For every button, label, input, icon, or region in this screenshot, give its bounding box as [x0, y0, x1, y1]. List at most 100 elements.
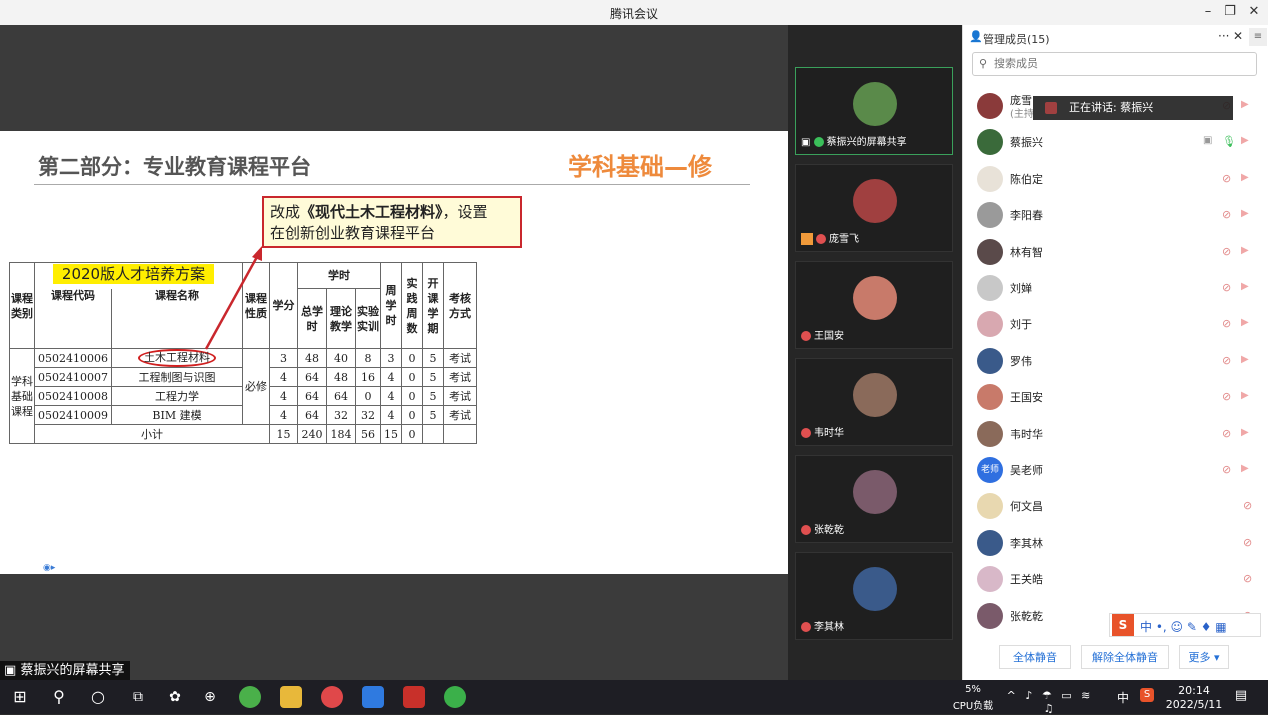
mic-off-icon[interactable]: ⊘	[1243, 536, 1252, 549]
cell-practice: 16	[355, 367, 381, 387]
video-tile[interactable]: 李其林	[795, 552, 953, 640]
camera-off-icon[interactable]: ▶	[1241, 463, 1249, 474]
clock-date: 2022/5/11	[1165, 698, 1223, 711]
minimize-button[interactable]: –	[1197, 3, 1219, 21]
ime-indicator[interactable]: 中	[1116, 689, 1130, 706]
mic-on-icon[interactable]: 🎙	[1222, 135, 1236, 148]
header-weekly: 周学时	[380, 262, 402, 349]
camera-off-icon[interactable]: ▶	[1241, 245, 1249, 256]
more-button[interactable]: 更多 ▾	[1179, 645, 1229, 669]
chrome-icon[interactable]	[321, 686, 343, 708]
wechat-icon[interactable]	[444, 686, 466, 708]
unmute-all-button[interactable]: 解除全体静音	[1081, 645, 1169, 669]
member-row[interactable]: 王关皓 ⊘	[963, 563, 1259, 593]
mic-off-icon[interactable]: ⊘	[1243, 572, 1252, 585]
avatar	[977, 165, 1003, 192]
camera-off-icon[interactable]: ▶	[1241, 354, 1249, 365]
callout-text-line2: 在创新创业教育课程平台	[270, 224, 436, 242]
camera-off-icon[interactable]: ▶	[1241, 135, 1249, 146]
search-icon[interactable]: ⚲	[48, 686, 70, 708]
cell-term: 5	[422, 386, 444, 406]
mute-all-button[interactable]: 全体静音	[999, 645, 1071, 669]
mic-off-icon[interactable]: ⊘	[1222, 354, 1231, 367]
mic-off-icon[interactable]: ⊘	[1222, 281, 1231, 294]
mic-off-icon[interactable]: ⊘	[1222, 208, 1231, 221]
camera-off-icon[interactable]: ▶	[1241, 99, 1249, 110]
subtotal-pweeks: 0	[401, 424, 423, 444]
avatar: 老师	[977, 457, 1003, 483]
tencent-meeting-icon[interactable]	[362, 686, 384, 708]
member-row[interactable]: 罗伟 ⊘ ▶	[963, 345, 1259, 375]
search-input[interactable]	[992, 56, 1246, 71]
mic-off-icon[interactable]: ⊘	[1243, 499, 1252, 512]
member-row[interactable]: 何文昌 ⊘	[963, 490, 1259, 520]
member-name: 张乾乾	[1010, 609, 1043, 623]
mic-off-icon[interactable]: ⊘	[1222, 427, 1231, 440]
close-window-button[interactable]: ✕	[1243, 3, 1265, 21]
member-row[interactable]: 刘婵 ⊘ ▶	[963, 272, 1259, 302]
circled-course-name: 土木工程材料	[138, 349, 216, 367]
close-panel-button[interactable]: ✕	[1233, 29, 1243, 43]
header-term: 开课学期	[422, 262, 444, 349]
video-tile[interactable]: 张乾乾	[795, 455, 953, 543]
windows-start-icon[interactable]: ⊞	[9, 686, 31, 708]
camera-off-icon[interactable]: ▶	[1241, 281, 1249, 292]
slide-heading: 第二部分：专业教育课程平台	[38, 155, 311, 179]
tile-name: 韦时华	[801, 427, 844, 441]
member-row[interactable]: 李阳春 ⊘ ▶	[963, 199, 1259, 229]
menu-icon[interactable]: ≡	[1249, 28, 1267, 46]
mic-off-icon[interactable]: ⊘	[1222, 172, 1231, 185]
app-icon[interactable]: ✿	[164, 686, 186, 708]
subtotal-label: 小计	[34, 424, 270, 444]
member-row[interactable]: 刘于 ⊘ ▶	[963, 308, 1259, 338]
mic-off-icon[interactable]: ⊘	[1222, 245, 1231, 258]
member-search[interactable]: ⚲	[972, 52, 1257, 76]
camera-off-icon[interactable]: ▶	[1241, 427, 1249, 438]
member-row[interactable]: 林有智 ⊘ ▶	[963, 236, 1259, 266]
avatar	[977, 129, 1003, 156]
avatar	[853, 82, 897, 126]
member-row[interactable]: 蔡振兴 ▣ 🎙 ▶	[963, 126, 1259, 156]
folder-icon[interactable]	[280, 686, 302, 708]
cortana-icon[interactable]: ○	[87, 686, 109, 708]
camera-off-icon[interactable]: ▶	[1241, 172, 1249, 183]
camera-off-icon[interactable]: ▶	[1241, 208, 1249, 219]
subtotal-practice: 56	[355, 424, 381, 444]
member-name: 吴老师	[1010, 464, 1043, 477]
ime-toolbar[interactable]: S 中 •, ☺ ✎ ♦ ▦	[1109, 613, 1261, 637]
member-row[interactable]: 老师 吴老师 ⊘ ▶	[963, 454, 1259, 484]
cell-pweeks: 0	[401, 367, 423, 387]
presentation-slide: 第二部分：专业教育课程平台 学科基础—修 改成《现代土木工程材料》，设置 在创新…	[0, 131, 788, 574]
category-cell: 学科基础课程	[9, 348, 35, 444]
cell-credit: 4	[269, 386, 298, 406]
member-row[interactable]: 陈伯定 ⊘ ▶	[963, 163, 1259, 193]
restore-button[interactable]: ❐	[1219, 3, 1241, 21]
cell-code: 0502410007	[34, 367, 112, 387]
cell-exam: 考试	[443, 386, 477, 406]
slide-nav-icon[interactable]: ◉▸	[43, 563, 55, 573]
speaking-text: 正在讲话: 蔡振兴	[1069, 101, 1154, 114]
magnifier-icon[interactable]: ⊕	[199, 686, 221, 708]
window-title: 腾讯会议	[609, 7, 658, 21]
more-options-button[interactable]: ···	[1218, 29, 1229, 43]
task-view-icon[interactable]: ⧉	[127, 686, 149, 708]
mic-off-icon[interactable]: ⊘	[1222, 463, 1231, 476]
browser-icon[interactable]	[239, 686, 261, 708]
member-row[interactable]: 李其林 ⊘	[963, 527, 1259, 557]
video-tile[interactable]: 王国安	[795, 261, 953, 349]
member-row[interactable]: 王国安 ⊘ ▶	[963, 381, 1259, 411]
video-tile[interactable]: 庞雪飞	[795, 164, 953, 252]
mic-off-icon[interactable]: ⊘	[1222, 390, 1231, 403]
camera-off-icon[interactable]: ▶	[1241, 317, 1249, 328]
notification-icon[interactable]: ▤	[1232, 688, 1250, 703]
wps-icon[interactable]	[403, 686, 425, 708]
cell-credit: 3	[269, 348, 298, 368]
video-tile[interactable]: ▣ 蔡振兴的屏幕共享	[795, 67, 953, 155]
tray-icons[interactable]: ^ ♪ ☂ ▭ ≋ ♫	[1000, 689, 1100, 715]
camera-off-icon[interactable]: ▶	[1241, 390, 1249, 401]
member-row[interactable]: 韦时华 ⊘ ▶	[963, 418, 1259, 448]
speaker-avatar	[1045, 102, 1057, 114]
mic-off-icon[interactable]: ⊘	[1222, 317, 1231, 330]
video-tile[interactable]: 韦时华	[795, 358, 953, 446]
sogou-tray-icon[interactable]: S	[1140, 688, 1154, 702]
